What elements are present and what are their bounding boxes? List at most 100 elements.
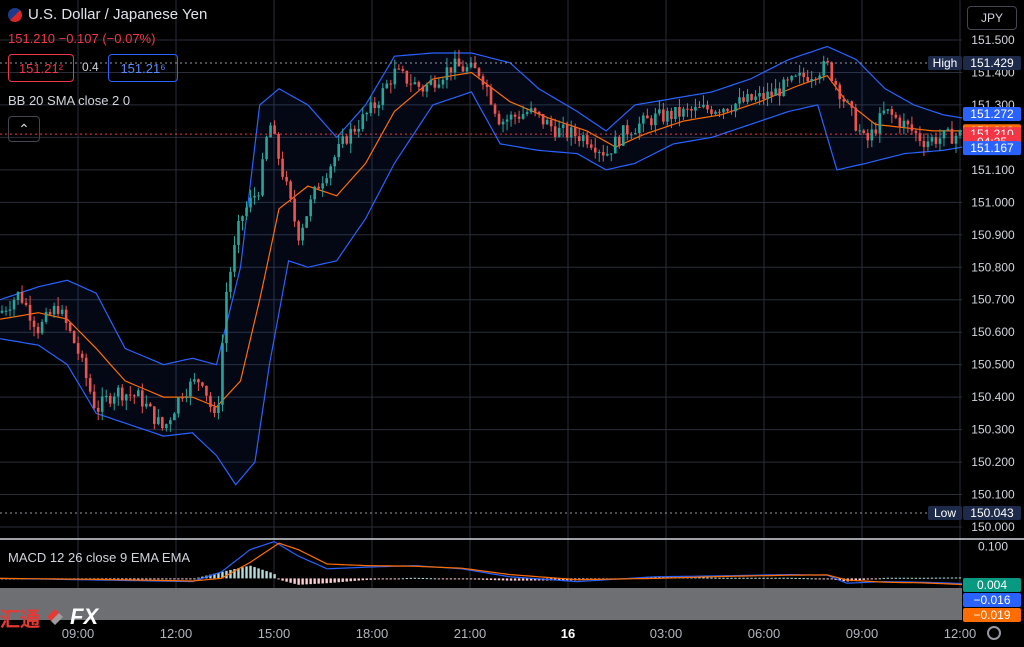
x-tick-label: 06:00 <box>748 626 781 641</box>
candle-body <box>140 390 144 407</box>
macd-histogram-bar <box>301 578 304 585</box>
macd-histogram-bar <box>734 577 737 579</box>
macd-histogram-bar <box>285 578 288 582</box>
bb-indicator-label[interactable]: BB 20 SMA close 2 0 <box>8 93 130 108</box>
candle-body <box>930 137 934 142</box>
candle-body <box>902 120 906 128</box>
macd-histogram-bar <box>329 578 332 583</box>
macd-histogram-bar <box>297 578 300 585</box>
macd-histogram-bar <box>397 578 401 580</box>
candle-body <box>124 394 128 401</box>
bid-button[interactable]: 151.21² <box>8 54 74 82</box>
candle-body <box>28 304 32 321</box>
macd-histogram-bar <box>317 578 320 584</box>
candle-body <box>766 91 769 100</box>
macd-histogram-bar <box>525 578 529 581</box>
macd-histogram-bar <box>894 577 898 579</box>
logo-fx-text: FX <box>70 604 99 629</box>
macd-histogram-bar <box>722 577 725 579</box>
macd-histogram-bar <box>509 578 513 581</box>
macd-histogram-bar <box>445 578 449 580</box>
candle-body <box>589 144 593 148</box>
candle-body <box>537 111 541 115</box>
candle-body <box>405 70 409 84</box>
candle-body <box>185 396 188 398</box>
ask-button[interactable]: 151.21⁶ <box>108 54 178 82</box>
macd-histogram-bar <box>421 578 425 580</box>
candle-body <box>265 137 268 160</box>
candle-body <box>726 108 729 111</box>
macd-histogram-bar <box>413 577 417 579</box>
macd-histogram-bar <box>714 577 717 579</box>
macd-histogram-bar <box>742 577 745 579</box>
candle-body <box>702 104 705 108</box>
candle-body <box>189 381 192 397</box>
candle-body <box>341 136 345 144</box>
candle-body <box>381 88 385 105</box>
candle-body <box>361 114 365 129</box>
candle-body <box>217 404 220 413</box>
macd-histogram-bar <box>305 578 308 585</box>
candle-body <box>293 198 296 222</box>
candle-body <box>84 357 88 379</box>
candle-body <box>305 216 308 228</box>
candle-body <box>357 128 361 132</box>
candle-body <box>153 406 156 424</box>
symbol-title-text: U.S. Dollar / Japanese Yen <box>28 6 208 23</box>
macd-histogram-bar <box>289 578 292 583</box>
macd-histogram-bar <box>830 578 833 580</box>
candle-body <box>8 309 12 311</box>
candle-body <box>149 403 152 407</box>
price-tag-value: 151.272 <box>970 107 1014 121</box>
macd-histogram-bar <box>477 578 481 580</box>
macd-indicator-label[interactable]: MACD 12 26 close 9 EMA EMA <box>8 550 190 565</box>
candle-body <box>32 320 36 327</box>
macd-histogram-bar <box>938 577 942 579</box>
macd-histogram-bar <box>133 578 136 580</box>
candle-body <box>934 137 938 144</box>
macd-histogram-bar <box>910 577 914 579</box>
settings-gear-icon[interactable] <box>987 626 1001 640</box>
macd-histogram-bar <box>810 578 813 580</box>
macd-histogram-bar <box>457 578 461 580</box>
macd-histogram-bar <box>437 578 441 580</box>
y-tick-label: 150.300 <box>971 423 1015 437</box>
candle-body <box>36 326 40 334</box>
candle-body <box>277 133 280 159</box>
candle-body <box>513 114 517 117</box>
candle-body <box>670 110 673 120</box>
collapse-legend-button[interactable]: ⌃ <box>8 116 40 142</box>
macd-histogram-bar <box>790 577 793 579</box>
macd-histogram-bar <box>149 578 152 580</box>
broker-logo: 汇通 FX <box>0 602 98 632</box>
currency-selector[interactable]: JPY <box>967 6 1017 30</box>
candle-body <box>221 343 224 405</box>
macd-histogram-bar <box>942 577 946 579</box>
macd-histogram-bar <box>345 578 348 582</box>
candle-body <box>714 111 717 114</box>
candle-body <box>674 107 677 120</box>
candle-body <box>20 291 24 303</box>
macd-histogram-bar <box>181 578 184 580</box>
candle-body <box>814 78 817 80</box>
symbol-title: U.S. Dollar / Japanese Yen <box>8 6 207 23</box>
candle-body <box>401 69 405 71</box>
y-tick-label: 150.900 <box>971 228 1015 242</box>
macd-histogram-bar <box>429 578 433 580</box>
candle-body <box>377 104 381 109</box>
candle-body <box>738 97 741 104</box>
candle-body <box>790 75 793 81</box>
candle-body <box>253 195 256 198</box>
macd-histogram-bar <box>189 578 192 580</box>
candle-body <box>798 72 801 76</box>
macd-histogram-bar <box>930 577 934 579</box>
macd-histogram-bar <box>898 577 902 579</box>
macd-histogram-bar <box>325 578 328 584</box>
candle-body <box>585 135 589 145</box>
macd-histogram-bar <box>409 577 413 579</box>
candle-body <box>778 88 781 97</box>
candle-body <box>794 75 797 77</box>
candle-body <box>136 390 140 397</box>
candle-body <box>213 407 216 413</box>
macd-histogram-bar <box>730 577 733 579</box>
